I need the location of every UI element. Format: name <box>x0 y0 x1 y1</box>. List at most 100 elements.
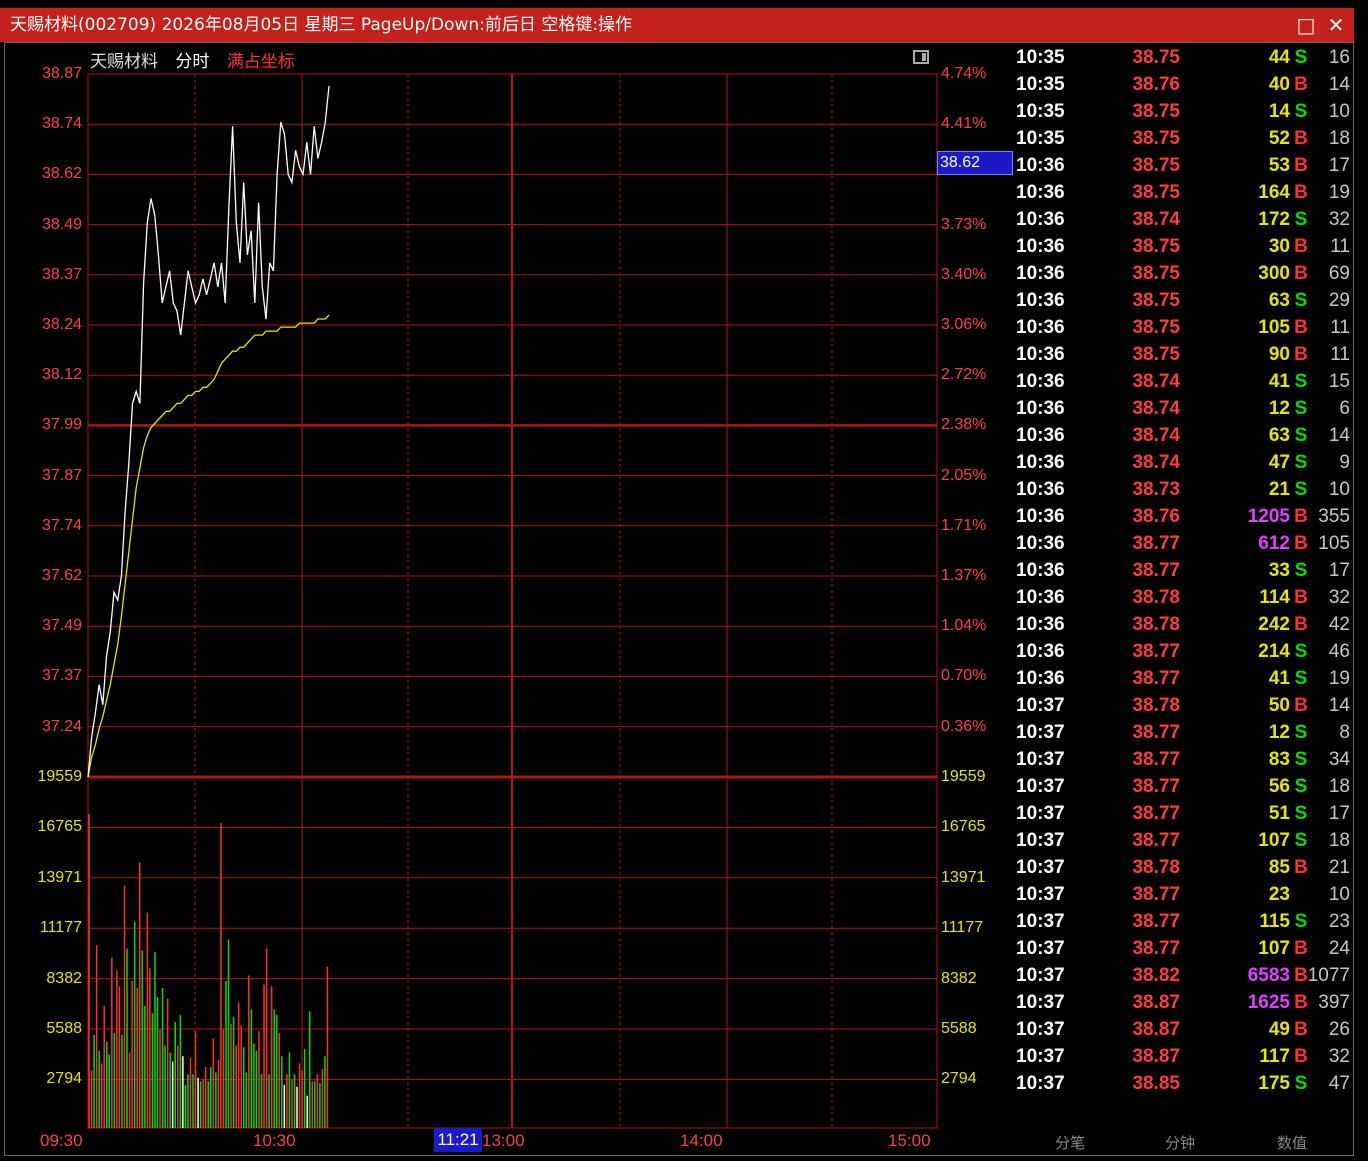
intraday-chart[interactable] <box>0 0 1016 1161</box>
trade-price: 38.82 <box>1132 965 1180 986</box>
trade-price: 38.74 <box>1132 452 1180 473</box>
trade-count: 10 <box>1328 101 1350 122</box>
trade-row: 10:36 38.74 172 S 32 <box>1016 206 1350 233</box>
trade-count: 14 <box>1328 74 1350 95</box>
trade-price: 38.77 <box>1132 884 1180 905</box>
tab-tick[interactable]: 分笔 <box>1055 1132 1085 1153</box>
volume-tick-label: 8382 <box>46 969 82 987</box>
trade-count: 397 <box>1318 992 1350 1013</box>
time-tick-1300: 13:00 <box>482 1131 525 1150</box>
trade-price: 38.77 <box>1132 803 1180 824</box>
tab-value[interactable]: 数值 <box>1277 1132 1307 1153</box>
trade-row: 10:37 38.85 175 S 47 <box>1016 1070 1350 1097</box>
price-tick-label: 38.74 <box>41 115 82 133</box>
trade-volume: 1205 <box>1247 506 1290 527</box>
mode-label[interactable]: 分时 <box>175 52 209 72</box>
expand-icon[interactable] <box>913 50 929 64</box>
percent-tick-label: 3.06% <box>941 316 987 333</box>
trade-time: 10:36 <box>1016 479 1065 500</box>
tick-trade-list[interactable]: 10:35 38.75 44 S 16 10:35 38.76 40 B 14 10:35 38.75… <box>1016 44 1350 1124</box>
trade-time: 10:36 <box>1016 236 1065 257</box>
trade-price: 38.75 <box>1132 317 1180 338</box>
trade-volume: 117 <box>1259 1046 1290 1067</box>
price-tick-label: 37.74 <box>41 516 82 534</box>
trade-row: 10:36 38.73 21 S 10 <box>1016 476 1350 503</box>
trade-volume: 23 <box>1268 884 1290 905</box>
trade-time: 10:36 <box>1016 290 1065 311</box>
percent-tick-label: 1.71% <box>941 516 987 534</box>
trade-side: B <box>1294 74 1308 95</box>
trade-count: 9 <box>1339 452 1350 473</box>
trade-price: 38.75 <box>1132 236 1180 257</box>
trade-row: 10:36 38.75 90 B 11 <box>1016 341 1350 368</box>
trade-side: B <box>1294 1046 1308 1067</box>
trade-row: 10:36 38.75 164 B 19 <box>1016 179 1350 206</box>
trade-count: 6 <box>1339 398 1350 419</box>
price-line <box>87 86 330 778</box>
close-icon[interactable]: ✕ <box>1322 8 1350 42</box>
trade-row: 10:37 38.77 12 S 8 <box>1016 719 1350 746</box>
chart-header: 天赐材料 分时 满占坐标 <box>90 47 307 72</box>
trade-price: 38.75 <box>1132 155 1180 176</box>
trade-price: 38.78 <box>1132 587 1180 608</box>
trade-price: 38.77 <box>1132 533 1180 554</box>
percent-tick-label: 2.38% <box>941 416 987 434</box>
trade-time: 10:36 <box>1016 641 1065 662</box>
trade-row: 10:35 38.75 14 S 10 <box>1016 98 1350 125</box>
trade-row: 10:37 38.87 1625 B 397 <box>1016 989 1350 1016</box>
trade-count: 14 <box>1328 695 1350 716</box>
trade-row: 10:36 38.75 300 B 69 <box>1016 260 1350 287</box>
trade-price: 38.75 <box>1132 344 1180 365</box>
trade-time: 10:37 <box>1016 884 1065 905</box>
trade-price: 38.74 <box>1132 398 1180 419</box>
trade-row: 10:36 38.74 63 S 14 <box>1016 422 1350 449</box>
trade-count: 16 <box>1328 47 1350 68</box>
trade-row: 10:35 38.75 52 B 18 <box>1016 125 1350 152</box>
trade-volume: 175 <box>1258 1073 1290 1094</box>
trade-side: S <box>1294 209 1308 230</box>
trade-side: B <box>1294 317 1308 338</box>
trade-side: B <box>1294 236 1308 257</box>
trade-count: 32 <box>1328 587 1350 608</box>
trade-volume: 114 <box>1259 587 1290 608</box>
trade-time: 10:37 <box>1016 749 1065 770</box>
trade-side: S <box>1294 1073 1308 1094</box>
trade-count: 18 <box>1328 128 1350 149</box>
tab-minute[interactable]: 分钟 <box>1165 1132 1195 1153</box>
trade-volume: 21 <box>1268 479 1290 500</box>
trade-volume: 214 <box>1258 641 1290 662</box>
maximize-icon[interactable]: □ <box>1292 8 1320 42</box>
price-tick-label: 38.12 <box>41 366 82 384</box>
trade-count: 8 <box>1339 722 1350 743</box>
percent-tick-label: 3.40% <box>941 265 987 283</box>
trade-volume: 107 <box>1258 938 1290 959</box>
scale-mode-label[interactable]: 满占坐标 <box>227 52 295 72</box>
trade-side: B <box>1294 695 1308 716</box>
trade-side: S <box>1294 290 1308 311</box>
trade-side: S <box>1294 776 1308 797</box>
price-tick-label: 37.62 <box>41 567 82 584</box>
trade-side: B <box>1294 614 1308 635</box>
trade-price: 38.75 <box>1132 290 1180 311</box>
trade-row: 10:37 38.77 23 10 <box>1016 881 1350 908</box>
trade-side: B <box>1294 992 1308 1013</box>
trade-count: 10 <box>1328 884 1350 905</box>
trade-count: 29 <box>1328 290 1350 311</box>
trade-volume: 41 <box>1268 371 1290 392</box>
trade-time: 10:35 <box>1016 74 1065 95</box>
trade-volume: 14 <box>1268 101 1290 122</box>
trade-row: 10:36 38.77 33 S 17 <box>1016 557 1350 584</box>
trade-row: 10:35 38.75 44 S 16 <box>1016 44 1350 71</box>
volume-tick-label-right: 5588 <box>941 1020 977 1037</box>
trade-row: 10:36 38.75 30 B 11 <box>1016 233 1350 260</box>
stock-name: 天赐材料 <box>90 52 158 72</box>
trade-price: 38.73 <box>1132 479 1180 500</box>
trade-count: 47 <box>1328 1073 1350 1094</box>
trade-row: 10:37 38.82 6583 B 1077 <box>1016 962 1350 989</box>
trade-row: 10:36 38.77 214 S 46 <box>1016 638 1350 665</box>
trade-side: S <box>1294 722 1308 743</box>
percent-tick-label: 4.41% <box>941 115 987 133</box>
trade-volume: 105 <box>1258 317 1290 338</box>
trade-row: 10:37 38.77 51 S 17 <box>1016 800 1350 827</box>
trade-price: 38.87 <box>1132 1019 1180 1040</box>
